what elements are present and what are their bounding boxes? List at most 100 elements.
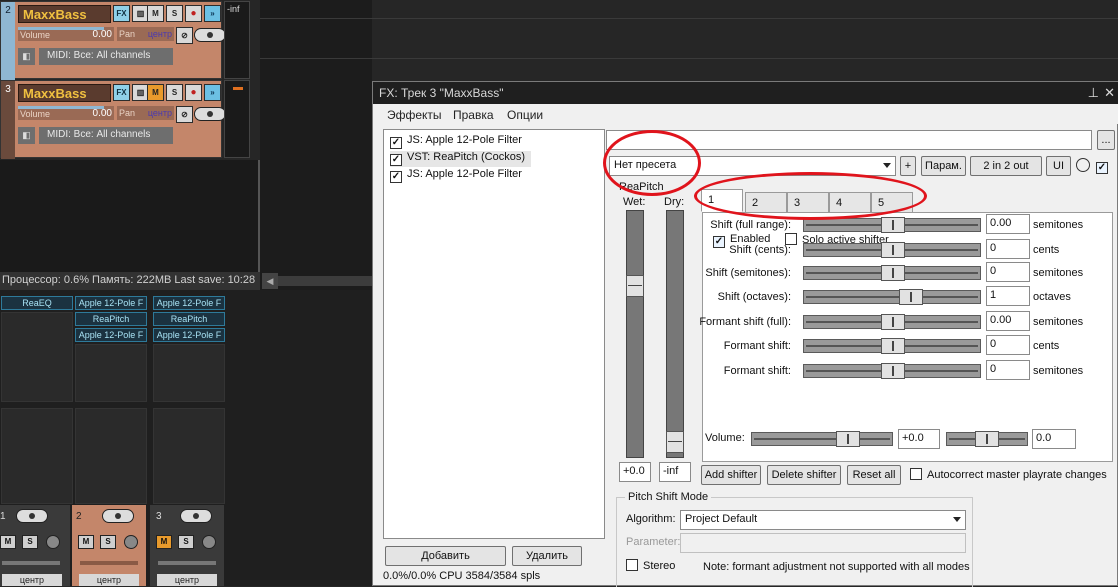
param-slider[interactable] [803,217,981,233]
fx-chain-item-selected[interactable]: ✓ VST: ReaPitch (Cockos) [390,151,531,167]
mixer-strip-3[interactable]: 3 M S центр [150,505,224,586]
browse-button[interactable]: ... [1097,130,1115,150]
sends-area[interactable] [153,408,225,504]
width-slider[interactable] [158,561,216,565]
param-button[interactable]: Парам. [921,156,966,176]
fx-button[interactable]: FX [113,5,130,22]
volume-slider[interactable] [751,431,893,447]
ui-button[interactable]: UI [1046,156,1071,176]
slider-thumb[interactable] [836,431,860,447]
enable-checkbox[interactable]: ✓ [390,171,402,183]
scrollbar[interactable] [278,276,372,286]
fx-slots-empty[interactable] [75,344,147,402]
fx-chain-item[interactable]: ✓ JS: Apple 12-Pole Filter [390,168,522,184]
width-slider[interactable] [2,561,60,565]
enable-checkbox[interactable]: ✓ [390,154,402,166]
io-toggle[interactable] [194,107,226,121]
record-arm-button[interactable]: ● [185,84,202,101]
fx-slots-empty[interactable] [1,312,73,402]
phase-icon[interactable]: ⊘ [176,27,193,44]
param-value[interactable]: 0 [986,239,1030,259]
track-name[interactable]: MaxxBass [18,5,111,23]
bypass-checkbox[interactable]: ✓ [1096,159,1113,174]
pan-knob[interactable] [124,535,138,549]
pan-slider[interactable] [946,431,1028,447]
midi-input[interactable]: MIDI: Все: All channels [39,48,173,65]
param-slider[interactable] [803,242,981,258]
fx-slot[interactable]: Apple 12-Pole F [75,296,147,310]
add-preset-button[interactable]: + [900,156,916,176]
algorithm-dropdown[interactable]: Project Default [680,510,966,530]
param-slider[interactable] [803,265,981,281]
solo-button[interactable]: S [22,535,38,549]
add-fx-button[interactable]: Добавить [385,546,506,566]
pan-knob[interactable] [202,535,216,549]
remove-fx-button[interactable]: Удалить [512,546,582,566]
slider-thumb[interactable] [881,217,905,233]
parameter-dropdown[interactable] [680,533,966,553]
monitor-icon[interactable]: » [204,84,221,101]
monitor-icon[interactable]: » [204,5,221,22]
mute-button[interactable]: M [156,535,172,549]
enable-checkbox[interactable]: ✓ [390,137,402,149]
mute-button[interactable]: M [78,535,94,549]
fx-slot[interactable]: Apple 12-Pole F [75,328,147,342]
solo-button[interactable]: S [178,535,194,549]
phase-icon[interactable]: ⊘ [176,106,193,123]
param-value[interactable]: 0.00 [986,311,1030,331]
fx-slot[interactable]: ReaEQ [1,296,73,310]
volume-value[interactable]: +0.0 [898,429,940,449]
window-titlebar[interactable]: FX: Трек 3 "MaxxBass" ⊥ ✕ [373,82,1118,104]
track-area[interactable] [0,160,260,272]
param-value[interactable]: 0 [986,335,1030,355]
io-toggle[interactable] [102,509,134,523]
param-slider[interactable] [803,289,981,305]
dry-wet-knob[interactable] [1076,158,1090,172]
fx-chain-list[interactable]: ✓ JS: Apple 12-Pole Filter ✓ VST: ReaPitch… [383,129,605,539]
track-name[interactable]: MaxxBass [18,84,111,102]
sends-area[interactable] [1,408,73,504]
fx-button[interactable]: FX [113,84,130,101]
wet-value[interactable]: +0.0 [619,462,651,482]
param-slider[interactable] [803,363,981,379]
param-value[interactable]: 1 [986,286,1030,306]
slider-thumb[interactable] [881,338,905,354]
track-3[interactable]: 3 MaxxBass FX ▥ M S ● » Volume 0.00 Pan це… [0,80,226,159]
fx-slot[interactable]: ReaPitch [153,312,225,326]
mute-button[interactable]: M [0,535,16,549]
autocorrect-checkbox[interactable]: Autocorrect master playrate changes [910,468,1107,481]
fx-slot[interactable]: ReaPitch [75,312,147,326]
midi-input[interactable]: MIDI: Все: All channels [39,127,173,144]
io-toggle[interactable] [16,509,48,523]
slider-thumb[interactable] [626,275,644,297]
delete-shifter-button[interactable]: Delete shifter [767,465,841,485]
slider-thumb[interactable] [881,242,905,258]
param-value[interactable]: 0 [986,360,1030,380]
fx-slot[interactable]: Apple 12-Pole F [153,328,225,342]
param-slider[interactable] [803,314,981,330]
slider-thumb[interactable] [881,314,905,330]
volume-fader[interactable]: Volume 0.00 [18,27,114,41]
io-toggle[interactable] [180,509,212,523]
menu-effects[interactable]: Эффекты [387,108,442,122]
param-value[interactable]: 0 [986,262,1030,282]
solo-button[interactable]: S [100,535,116,549]
pan-fader[interactable]: Pan центр [117,106,174,120]
stereo-checkbox[interactable]: Stereo [626,559,675,572]
mixer-strip-2[interactable]: 2 M S центр [72,505,146,586]
volume-fader[interactable]: Volume 0.00 [18,106,114,120]
mute-button[interactable]: M [147,5,164,22]
arrange-area[interactable] [260,0,372,290]
sends-area[interactable] [75,408,147,504]
midi-icon[interactable]: ◧ [18,127,35,144]
fx-slot[interactable]: Apple 12-Pole F [153,296,225,310]
reset-all-button[interactable]: Reset all [847,465,901,485]
mute-button[interactable]: M [147,84,164,101]
pan-fader[interactable]: Pan центр [117,27,174,41]
menu-edit[interactable]: Правка [453,108,494,122]
mixer-strip-1[interactable]: 1 M S центр [0,505,70,586]
slider-thumb[interactable] [975,431,999,447]
slider-thumb[interactable] [666,431,684,453]
menu-options[interactable]: Опции [507,108,543,122]
midi-icon[interactable]: ◧ [18,48,35,65]
